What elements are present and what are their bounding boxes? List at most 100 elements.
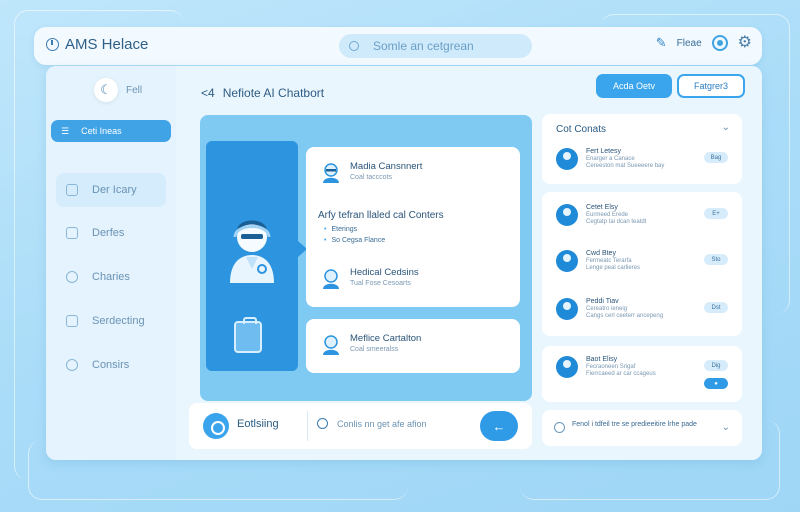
contact-detail: Cereatro ieneig [586,306,628,312]
avatar [556,204,578,226]
agent-avatar-icon [323,269,339,289]
contact-detail: Fierrcaeed ar car ccageus [586,371,656,377]
search-icon [349,41,359,51]
sidebar-user[interactable]: ☾ Fell [94,78,142,102]
status-badge[interactable]: Dst [704,302,728,313]
sidebar-item-serdecting[interactable]: Serdecting [56,304,166,338]
message-bullet: So Cegsa Flance [324,237,385,244]
document-icon [66,227,78,239]
contact-detail: Lenge peal carlieres [586,265,641,271]
topbar-action-label[interactable]: Fleae [677,38,702,49]
doctor-avatar-icon [230,220,274,283]
brand-name: AMS Helace [65,36,149,53]
search-input[interactable]: Somle an cetgrean [373,39,474,53]
chat-mode-label[interactable]: Eotlsiing [237,418,279,430]
message-header: Meflice Cartalton Coal smeeralss [320,333,421,355]
chat-mode-icon[interactable] [203,413,229,439]
message-question: Arfy tefran llaled cal Conters [318,210,444,221]
sidebar-item-label: Consirs [92,359,130,371]
contact-detail: Cereeston mat Sueeeere bay [586,163,665,169]
chat-input[interactable]: Conlis nn get afe afion [337,419,427,429]
info-icon [554,422,565,433]
primary-header-button[interactable]: Acda Oetv [596,74,672,98]
sidebar-item-active[interactable]: ☰ Ceti Ineas [51,120,171,142]
list-item[interactable]: Peddi Tiav Cereatro ieneig Cangs cerl ce… [556,298,663,320]
agent-avatar-icon [323,163,339,183]
avatar [556,250,578,272]
status-badge[interactable]: Sto [704,254,728,265]
chevron-down-icon[interactable]: ⌄ [722,422,730,433]
chevron-down-icon[interactable]: ⌄ [722,122,730,133]
sidebar-item-derfes[interactable]: Derfes [56,216,166,250]
page-title: Nefiote AI Chatbort [222,86,325,100]
contact-detail: Eurmeed Erede [586,212,629,218]
message-row: Hedical Cedsins Tual Fose Cesoarts [320,267,419,289]
secondary-header-button[interactable]: Fatgrer3 [677,74,745,98]
contact-card: Baot Elisy Fecraoneen Srigaf Fierrcaeed … [542,346,742,402]
contact-name: Cwd Btey [586,250,616,257]
avatar [556,298,578,320]
moon-icon: ☾ [94,78,118,102]
sidebar-item-label: Ceti Ineas [81,126,122,136]
footer-text: Fenol i tdfeil tre se predieeitire lrhe … [572,421,697,428]
sidebar-item-directory[interactable]: Der Icary [56,173,166,207]
contact-name: Cetet Elsy [586,204,618,211]
notification-icon[interactable] [711,35,728,51]
list-item[interactable]: Cwd Btey Fermeatc Terarfa Lenge peal car… [556,250,640,272]
top-bar: AMS Helace Somle an cetgrean ✎ Fleae ⚙ [34,27,762,65]
medical-bag-icon [234,317,262,353]
contact-name: Peddi Tiav [586,298,619,305]
message-bullet: Eterings [324,226,357,233]
gear-icon[interactable]: ⚙ [738,35,752,51]
sidebar-user-label: Fell [126,84,143,96]
message-subtitle: Tual Fose Cesoarts [350,280,411,287]
status-badge[interactable]: E+ [704,208,728,219]
pen-icon [66,271,78,283]
contact-detail: Cegtatp tai dcan teatdt [586,219,647,225]
message-title: Madia Cansnnert [350,161,423,172]
message-subtitle: Coal smeeralss [350,346,399,353]
sidebar-item-charies[interactable]: Charies [56,260,166,294]
sidebar-item-label: Charies [92,271,130,283]
brand[interactable]: AMS Helace [46,36,148,53]
sidebar-item-label: Der Icary [92,184,137,196]
list-item[interactable]: Cetet Elsy Eurmeed Erede Cegtatp tai dca… [556,204,646,226]
topbar-actions: ✎ Fleae ⚙ [656,35,752,51]
list-icon: ☰ [61,125,70,136]
chat-input-bar: Eotlsiing Conlis nn get afe afion ← [189,403,532,449]
pen-icon[interactable]: ✎ [656,35,667,51]
folder-icon [66,184,78,196]
status-badge[interactable]: Dig [704,360,728,371]
doctor-card [206,141,307,371]
list-item[interactable]: Fert Letesy Enarger a Canace Cereeston m… [556,148,664,170]
list-item[interactable]: Baot Elisy Fecraoneen Srigaf Fierrcaeed … [556,356,656,378]
message-header: Madia Cansnnert Coal tacccots [320,161,422,183]
contacts-title: Cot Conats [556,124,607,135]
sidebar-item-consirs[interactable]: Consirs [56,348,166,382]
avatar [556,356,578,378]
clock-logo-icon [46,38,59,51]
send-button[interactable]: ← [480,411,518,441]
search-icon [317,418,328,429]
toggle-button[interactable]: ● [704,378,728,389]
agent-avatar-icon [323,335,339,355]
edit-icon [66,315,78,327]
contact-detail: Cangs cerl ceeterr ancepeng [586,313,664,319]
chat-message: Meflice Cartalton Coal smeeralss [306,319,520,373]
contacts-panel: Cot Conats ⌄ Fert Letesy Enarger a Canac… [542,114,742,184]
contact-detail: Fermeatc Terarfa [586,258,632,264]
status-badge[interactable]: Bag [704,152,728,163]
avatar [556,148,578,170]
contacts-footer[interactable]: Fenol i tdfeil tre se predieeitire lrhe … [542,410,742,446]
message-title: Meflice Cartalton [350,333,422,344]
chat-panel: Madia Cansnnert Coal tacccots Arfy tefra… [200,115,532,401]
chat-title: <4 Nefiote AI Chatbort [201,86,324,100]
contact-name: Fert Letesy [586,148,622,155]
back-icon[interactable]: <4 [201,86,215,100]
main-window: ☾ Fell ☰ Ceti Ineas Der Icary Derfes Cha… [46,66,762,460]
contact-detail: Enarger a Canace [586,156,635,162]
search-bar[interactable]: Somle an cetgrean [339,34,532,58]
contact-name: Baot Elisy [586,356,618,363]
settings-icon [66,359,78,371]
contacts-list: Cetet Elsy Eurmeed Erede Cegtatp tai dca… [542,192,742,336]
